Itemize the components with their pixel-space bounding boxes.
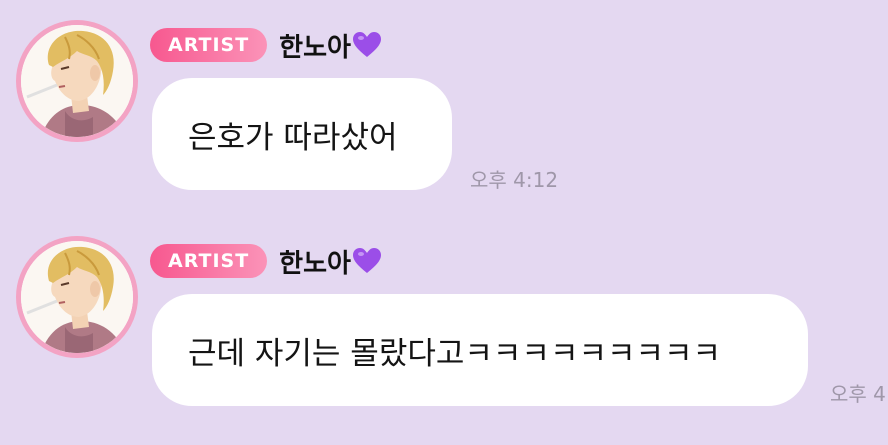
message-text: 은호가 따라샀어	[188, 119, 398, 156]
avatar[interactable]	[16, 236, 138, 358]
purple-heart-icon	[352, 248, 381, 274]
message-text: 근데 자기는 몰랐다고ㅋㅋㅋㅋㅋㅋㅋㅋㅋ	[188, 335, 722, 372]
artist-portrait-image	[21, 241, 133, 353]
avatar[interactable]	[16, 20, 138, 142]
sender-name[interactable]: 한노아	[279, 27, 351, 64]
message-bubble[interactable]: 은호가 따라샀어	[152, 78, 452, 190]
chat-thread: ARTIST 한노아 은호가 따라샀어 오후 4:12 ARTIST 한노아 근…	[0, 0, 888, 445]
chat-message: ARTIST 한노아 근데 자기는 몰랐다고ㅋㅋㅋㅋㅋㅋㅋㅋㅋ 오후 4	[0, 234, 888, 434]
message-timestamp: 오후 4:12	[470, 168, 559, 192]
artist-badge: ARTIST	[150, 28, 268, 62]
chat-message: ARTIST 한노아 은호가 따라샀어 오후 4:12	[0, 18, 888, 218]
sender-name[interactable]: 한노아	[279, 243, 351, 280]
artist-badge: ARTIST	[150, 244, 268, 278]
purple-heart-icon	[352, 32, 381, 58]
sender-row: ARTIST 한노아	[150, 27, 381, 64]
message-bubble[interactable]: 근데 자기는 몰랐다고ㅋㅋㅋㅋㅋㅋㅋㅋㅋ	[152, 294, 808, 406]
artist-portrait-image	[21, 25, 133, 137]
message-timestamp: 오후 4	[830, 382, 886, 406]
sender-row: ARTIST 한노아	[150, 243, 381, 280]
